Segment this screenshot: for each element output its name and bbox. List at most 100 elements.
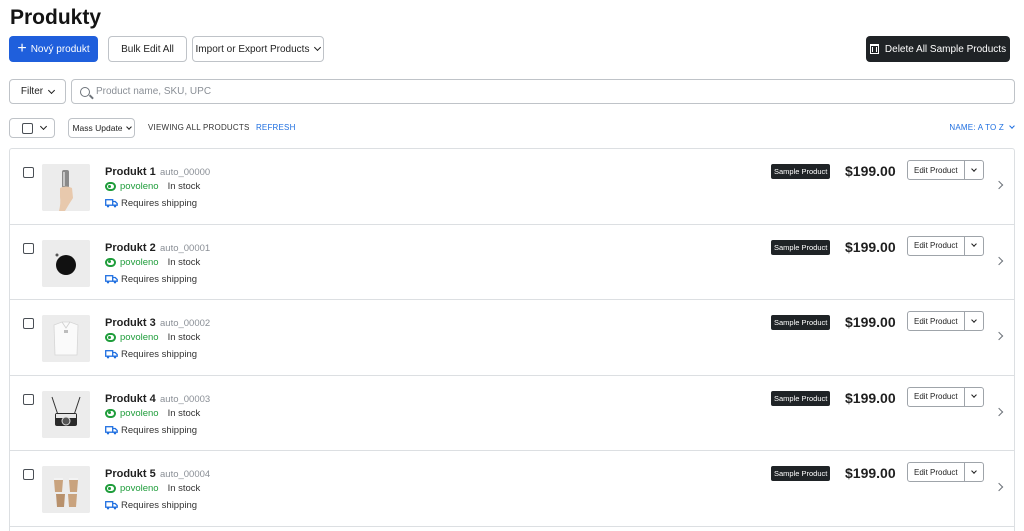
- edit-product-dropdown[interactable]: [965, 463, 983, 481]
- chevron-right-icon[interactable]: [994, 331, 1004, 341]
- plus-icon: +: [17, 40, 27, 57]
- product-thumbnail: [42, 466, 90, 513]
- row-checkbox[interactable]: [23, 242, 34, 254]
- sort-label: NAME: A TO Z: [949, 123, 1004, 132]
- product-list: Produkt 1 auto_00000 povoleno In stock R…: [9, 148, 1015, 531]
- refresh-link[interactable]: REFRESH: [256, 123, 296, 132]
- chevron-down-icon: [1009, 123, 1015, 129]
- edit-product-group: Edit Product: [907, 311, 984, 331]
- product-thumbnail: [42, 239, 90, 287]
- edit-product-dropdown[interactable]: [965, 237, 983, 255]
- chevron-down-icon: [970, 241, 977, 247]
- sample-product-badge: Sample Product: [771, 466, 831, 481]
- filter-dropdown[interactable]: Filter: [9, 79, 66, 104]
- shipping-label: Requires shipping: [121, 349, 198, 360]
- page-title: Produkty: [10, 6, 102, 29]
- edit-product-dropdown[interactable]: [965, 388, 983, 406]
- chevron-right-icon[interactable]: [994, 482, 1004, 492]
- truck-icon: [105, 274, 118, 283]
- chevron-down-icon: [48, 86, 56, 94]
- product-name[interactable]: Produkt 5: [105, 468, 156, 480]
- product-row[interactable]: Produkt 5 auto_00004 povoleno In stock R…: [10, 451, 1014, 527]
- product-thumbnail: [42, 390, 90, 438]
- shipping-label: Requires shipping: [121, 500, 198, 511]
- search-bar: [71, 79, 1015, 104]
- product-name[interactable]: Produkt 1: [105, 166, 156, 178]
- import-export-label: Import or Export Products: [195, 43, 310, 55]
- chevron-down-icon: [125, 123, 132, 130]
- row-checkbox[interactable]: [23, 318, 34, 329]
- edit-product-button[interactable]: Edit Product: [908, 463, 965, 481]
- new-product-label: Nový produkt: [30, 43, 90, 55]
- product-row[interactable]: Produkt 4 auto_00003 povoleno In stock R…: [10, 376, 1014, 451]
- product-sku: auto_00003: [160, 393, 211, 405]
- search-icon: [80, 86, 90, 97]
- shipping-label: Requires shipping: [121, 424, 198, 436]
- product-status: povoleno In stock: [105, 257, 200, 268]
- chevron-down-icon: [970, 165, 977, 172]
- filter-label: Filter: [20, 86, 44, 97]
- sample-product-badge: Sample Product: [771, 239, 831, 255]
- edit-product-dropdown[interactable]: [965, 161, 983, 179]
- product-thumbnail: [42, 315, 90, 362]
- product-row[interactable]: Produkt 1 auto_00000 povoleno In stock R…: [10, 149, 1014, 225]
- sample-product-badge: Sample Product: [771, 164, 831, 179]
- new-product-button[interactable]: + Nový produkt: [9, 36, 98, 62]
- chevron-down-icon: [39, 122, 48, 131]
- product-sku: auto_00002: [160, 318, 211, 329]
- product-row[interactable]: Produkt 2 auto_00001 povoleno In stock R…: [10, 225, 1014, 300]
- row-checkbox[interactable]: [23, 393, 34, 405]
- product-name[interactable]: Produkt 2: [105, 242, 156, 254]
- shipping-label: Requires shipping: [121, 198, 198, 209]
- row-checkbox[interactable]: [23, 469, 34, 480]
- edit-product-group: Edit Product: [907, 160, 984, 180]
- stock-label: In stock: [167, 407, 201, 419]
- bulk-edit-button[interactable]: Bulk Edit All: [108, 36, 187, 62]
- sample-product-badge: Sample Product: [771, 315, 831, 330]
- product-sku: auto_00004: [160, 469, 211, 480]
- stock-label: In stock: [167, 483, 201, 494]
- product-status: povoleno In stock: [105, 332, 200, 343]
- chevron-down-icon: [314, 43, 322, 52]
- search-input[interactable]: [96, 86, 996, 97]
- shipping-label: Requires shipping: [121, 273, 198, 285]
- chevron-right-icon[interactable]: [994, 256, 1004, 265]
- shipping-info: Requires shipping: [105, 425, 197, 436]
- edit-product-button[interactable]: Edit Product: [908, 387, 965, 406]
- status-label: povoleno: [120, 256, 159, 268]
- product-price: $199.00: [845, 238, 896, 255]
- edit-product-group: Edit Product: [907, 235, 984, 256]
- product-sku: auto_00001: [160, 242, 211, 254]
- viewing-label: VIEWING ALL PRODUCTS: [148, 123, 250, 132]
- product-status: povoleno In stock: [105, 181, 200, 192]
- edit-product-button[interactable]: Edit Product: [908, 161, 965, 179]
- edit-product-group: Edit Product: [907, 462, 984, 482]
- row-checkbox[interactable]: [23, 167, 34, 178]
- truck-icon: [105, 501, 118, 510]
- select-all-dropdown[interactable]: [9, 118, 55, 138]
- edit-product-dropdown[interactable]: [965, 312, 983, 330]
- import-export-dropdown[interactable]: Import or Export Products: [192, 36, 324, 62]
- stock-label: In stock: [167, 181, 201, 192]
- sample-product-badge: Sample Product: [771, 390, 831, 406]
- chevron-down-icon: [970, 316, 977, 323]
- delete-sample-products-button[interactable]: Delete All Sample Products: [866, 36, 1010, 62]
- edit-product-button[interactable]: Edit Product: [908, 236, 965, 255]
- enabled-toggle-icon: [105, 257, 116, 267]
- truck-icon: [105, 199, 118, 208]
- product-name[interactable]: Produkt 4: [105, 393, 156, 405]
- select-all-checkbox[interactable]: [22, 122, 33, 134]
- chevron-right-icon[interactable]: [994, 180, 1004, 190]
- mass-update-dropdown[interactable]: Mass Update: [68, 118, 135, 138]
- product-price: $199.00: [845, 465, 896, 481]
- edit-product-button[interactable]: Edit Product: [908, 312, 965, 330]
- stock-label: In stock: [167, 256, 201, 268]
- product-name[interactable]: Produkt 3: [105, 317, 156, 329]
- chevron-right-icon[interactable]: [994, 407, 1004, 416]
- product-price: $199.00: [845, 163, 896, 179]
- status-label: povoleno: [120, 181, 159, 192]
- sort-dropdown[interactable]: NAME: A TO Z: [949, 123, 1015, 132]
- shipping-info: Requires shipping: [105, 198, 197, 209]
- product-row[interactable]: Produkt 3 auto_00002 povoleno In stock R…: [10, 300, 1014, 376]
- product-status: povoleno In stock: [105, 483, 200, 494]
